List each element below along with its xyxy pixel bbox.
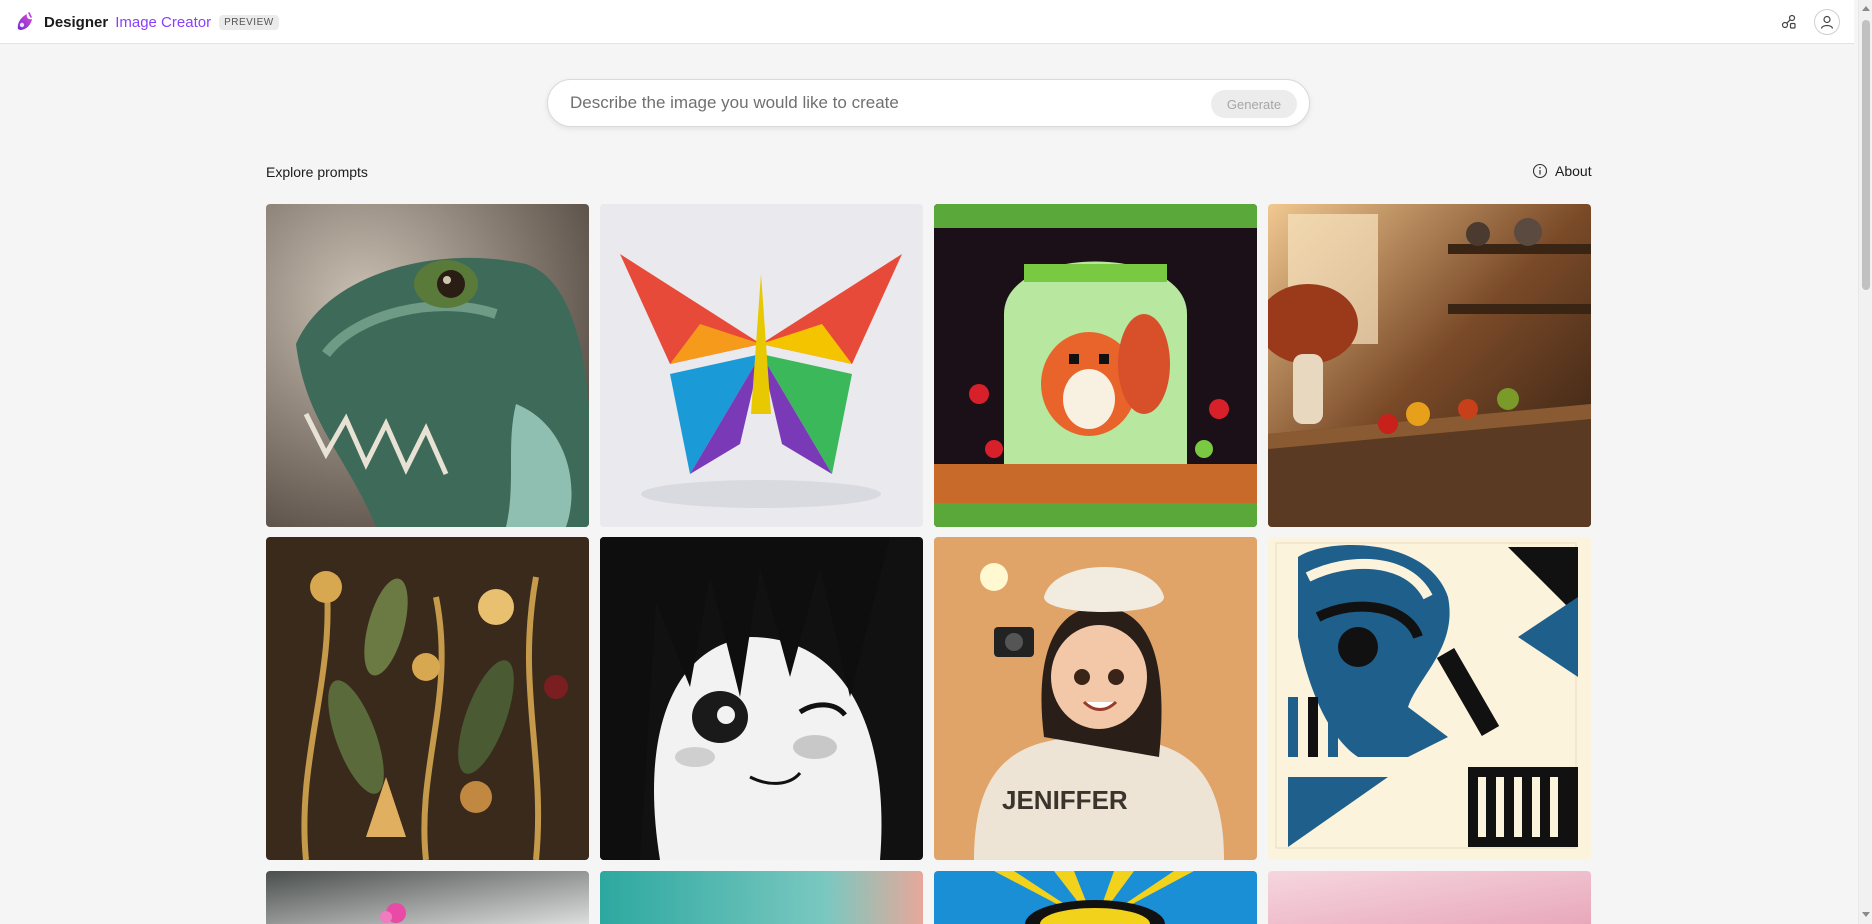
gallery-tile-botanical[interactable]: [266, 537, 589, 860]
scroll-down-arrow-icon[interactable]: [1862, 912, 1870, 917]
pixel-squirrel-image: [934, 204, 1257, 527]
teal-image: [600, 871, 923, 924]
share-button[interactable]: [1776, 9, 1802, 35]
butterfly-image: [600, 204, 923, 527]
explore-prompts-heading: Explore prompts: [266, 164, 368, 180]
scroll-thumb[interactable]: [1862, 20, 1870, 290]
flower-image: [266, 871, 589, 924]
kitchen-image: [1268, 204, 1591, 527]
prompt-bar: Generate: [547, 79, 1310, 127]
gallery-tile-3d-girl[interactable]: JENIFFER: [934, 537, 1257, 860]
sunburst-image: [934, 871, 1257, 924]
gallery-tile-pixel-squirrel[interactable]: [934, 204, 1257, 527]
scroll-up-arrow-icon[interactable]: [1862, 6, 1870, 11]
manga-image: [600, 537, 923, 860]
designer-logo-icon: [17, 12, 32, 30]
info-icon: [1532, 163, 1548, 179]
gallery-tile-scientist[interactable]: [1268, 537, 1591, 860]
app-name: Designer: [44, 13, 109, 31]
product-name: Image Creator: [115, 13, 212, 31]
gallery-tile-teal[interactable]: [600, 871, 923, 924]
about-label: About: [1555, 163, 1592, 179]
generate-button[interactable]: Generate: [1211, 90, 1297, 118]
about-link[interactable]: About: [1532, 163, 1592, 179]
top-bar: Designer Image Creator PREVIEW: [0, 0, 1854, 44]
gallery-tile-butterfly[interactable]: [600, 204, 923, 527]
gallery-tile-kitchen[interactable]: [1268, 204, 1591, 527]
botanical-image: [266, 537, 589, 860]
gallery-tile-sunburst[interactable]: [934, 871, 1257, 924]
share-icon: [1781, 14, 1796, 29]
3d-girl-image: JENIFFER: [934, 537, 1257, 860]
svg-text:JENIFFER: JENIFFER: [1002, 785, 1128, 815]
prompt-input[interactable]: [570, 80, 1150, 126]
iguana-image: [266, 204, 589, 527]
gallery-tile-flower[interactable]: [266, 871, 589, 924]
gallery-tile-iguana[interactable]: [266, 204, 589, 527]
account-button[interactable]: [1814, 9, 1840, 35]
scientist-image: [1268, 537, 1591, 860]
account-icon: [1820, 15, 1834, 29]
page-scrollbar[interactable]: [1858, 0, 1872, 924]
gallery-tile-pink[interactable]: [1268, 871, 1591, 924]
preview-badge: PREVIEW: [219, 14, 279, 30]
brand[interactable]: Designer Image Creator PREVIEW: [14, 10, 279, 34]
pink-image: [1268, 871, 1591, 924]
gallery-tile-manga[interactable]: [600, 537, 923, 860]
